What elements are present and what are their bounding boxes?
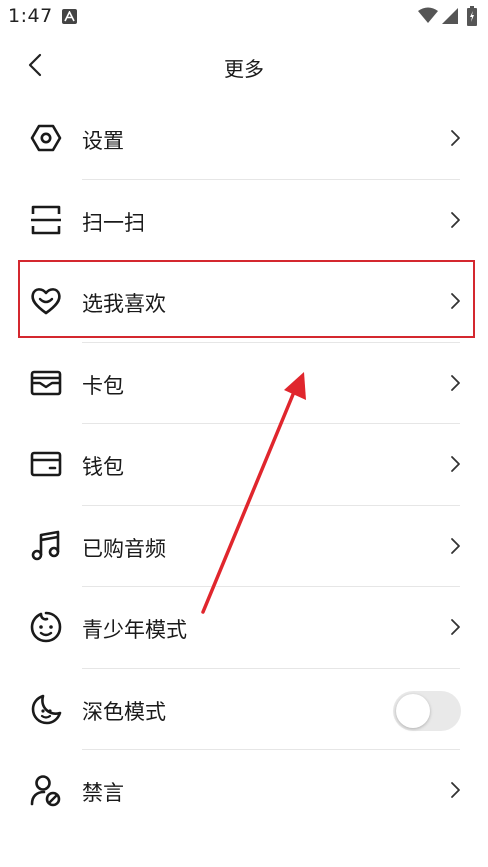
menu-item-label: 禁言 bbox=[82, 781, 124, 805]
menu-item-mute[interactable]: 禁言 bbox=[0, 750, 488, 832]
moon-icon bbox=[31, 694, 62, 724]
chevron-right-icon bbox=[451, 619, 460, 635]
menu-item-label: 扫一扫 bbox=[82, 210, 145, 235]
settings-hexagon-icon bbox=[30, 124, 62, 152]
menu-item-label: 卡包 bbox=[82, 373, 124, 398]
chevron-right-icon bbox=[451, 456, 460, 472]
battery-charging-icon bbox=[467, 6, 477, 26]
menu-item-label: 已购音频 bbox=[82, 536, 166, 561]
heart-smile-icon bbox=[31, 288, 61, 315]
menu-item-dark-mode: 深色模式 bbox=[0, 669, 488, 750]
menu-item-scan[interactable]: 扫一扫 bbox=[0, 180, 488, 261]
menu-item-label: 钱包 bbox=[82, 455, 124, 479]
menu-item-favorites[interactable]: 选我喜欢 bbox=[0, 261, 488, 343]
chevron-right-icon bbox=[451, 537, 460, 554]
chevron-right-icon bbox=[451, 130, 460, 146]
page-title: 更多 bbox=[224, 57, 264, 81]
status-time: 1:47 bbox=[8, 5, 53, 27]
menu-item-label: 选我喜欢 bbox=[82, 292, 166, 316]
wifi-icon bbox=[418, 7, 438, 23]
menu-item-purchased-audio[interactable]: 已购音频 bbox=[0, 506, 488, 587]
chevron-right-icon bbox=[451, 374, 460, 391]
user-mute-icon bbox=[30, 775, 61, 807]
menu-item-label: 青少年模式 bbox=[82, 618, 187, 642]
toggle-knob bbox=[396, 693, 430, 728]
chevron-right-icon bbox=[451, 293, 460, 309]
status-bar: 1:47 bbox=[0, 0, 488, 34]
dark-mode-toggle[interactable] bbox=[393, 690, 461, 731]
music-note-icon bbox=[31, 530, 60, 560]
nav-bar: 更多 bbox=[0, 34, 488, 96]
menu-item-wallet[interactable]: 钱包 bbox=[0, 424, 488, 506]
scan-icon bbox=[31, 205, 61, 234]
menu-item-settings[interactable]: 设置 bbox=[0, 98, 488, 180]
menu-item-label: 深色模式 bbox=[82, 699, 166, 724]
menu-item-teen-mode[interactable]: 青少年模式 bbox=[0, 587, 488, 669]
kid-face-icon bbox=[30, 611, 62, 643]
a-app-icon bbox=[62, 9, 77, 24]
menu-list: 设置 扫一扫 选我喜欢 卡包 钱包 已购音频 青少年模式 深色模式 禁言 bbox=[0, 98, 488, 832]
card-holder-icon bbox=[30, 370, 62, 395]
wallet-icon bbox=[30, 451, 62, 477]
menu-item-label: 设置 bbox=[82, 129, 124, 153]
signal-icon bbox=[442, 8, 458, 24]
menu-item-card-holder[interactable]: 卡包 bbox=[0, 343, 488, 424]
chevron-right-icon bbox=[451, 782, 460, 798]
chevron-right-icon bbox=[451, 211, 460, 228]
